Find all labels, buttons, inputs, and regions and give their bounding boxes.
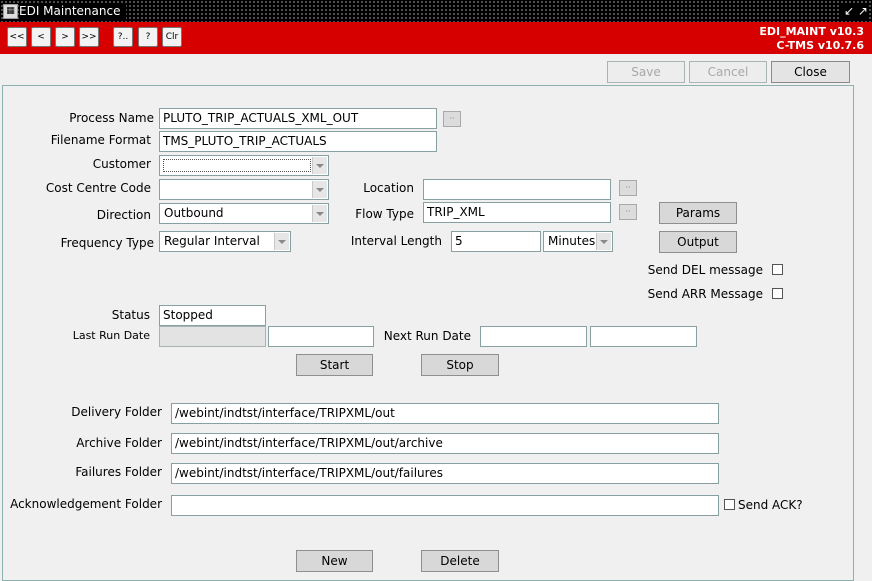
- direction-select[interactable]: Outbound: [159, 203, 329, 224]
- last-record-button[interactable]: >>: [79, 27, 99, 47]
- output-button[interactable]: Output: [659, 231, 737, 253]
- version-info: EDI_MAINT v10.3 C-TMS v10.7.6: [759, 25, 864, 53]
- flow-type-field[interactable]: TRIP_XML: [423, 202, 611, 223]
- save-button[interactable]: Save: [607, 61, 685, 83]
- delivery-folder-field[interactable]: /webint/indtst/interface/TRIPXML/out: [171, 403, 719, 424]
- filename-format-field[interactable]: TMS_PLUTO_TRIP_ACTUALS: [159, 131, 437, 152]
- send-arr-checkbox[interactable]: [772, 288, 783, 299]
- last-run-date-label: Last Run Date: [72, 329, 150, 342]
- customer-select[interactable]: [159, 155, 329, 176]
- send-del-checkbox[interactable]: [772, 264, 783, 275]
- send-del-label: Send DEL message: [647, 263, 763, 277]
- location-field[interactable]: [423, 179, 611, 200]
- location-label: Location: [363, 181, 414, 195]
- process-name-lov-button[interactable]: ··: [443, 111, 461, 127]
- first-record-button[interactable]: <<: [7, 27, 27, 47]
- window-title-bar: ▦ EDI Maintenance ↙ ↗: [0, 0, 872, 22]
- next-record-button[interactable]: >: [55, 27, 75, 47]
- interval-length-label: Interval Length: [350, 234, 442, 248]
- stop-button[interactable]: Stop: [421, 354, 499, 376]
- flow-type-label: Flow Type: [355, 207, 414, 221]
- start-button[interactable]: Start: [296, 354, 373, 376]
- new-button[interactable]: New: [296, 550, 373, 572]
- process-name-label: Process Name: [69, 111, 154, 125]
- archive-folder-field[interactable]: /webint/indtst/interface/TRIPXML/out/arc…: [171, 433, 719, 454]
- status-label: Status: [111, 308, 150, 322]
- next-run-time-field[interactable]: [590, 326, 697, 347]
- system-version: C-TMS v10.7.6: [776, 39, 864, 52]
- last-run-date-field: [159, 326, 266, 347]
- frequency-type-value: Regular Interval: [164, 234, 260, 248]
- frequency-type-label: Frequency Type: [60, 236, 154, 250]
- cancel-button[interactable]: Cancel: [689, 61, 767, 83]
- filename-format-label: Filename Format: [50, 133, 151, 147]
- params-button[interactable]: Params: [659, 202, 737, 224]
- location-lov-button[interactable]: ··: [619, 180, 637, 196]
- focus-indicator: [163, 159, 311, 172]
- close-button[interactable]: Close: [771, 61, 850, 83]
- query-button[interactable]: ?..: [113, 27, 133, 47]
- direction-label: Direction: [96, 208, 151, 222]
- interval-unit-value: Minutes: [548, 234, 596, 248]
- send-ack-label: Send ACK?: [738, 498, 803, 512]
- acknowledgement-folder-field[interactable]: [171, 495, 719, 516]
- clear-button[interactable]: Clr: [162, 27, 182, 47]
- status-field: Stopped: [159, 305, 266, 326]
- send-arr-label: Send ARR Message: [647, 287, 763, 301]
- frequency-type-select[interactable]: Regular Interval: [159, 231, 291, 252]
- window-title: EDI Maintenance: [19, 3, 127, 19]
- next-run-date-label: Next Run Date: [383, 329, 471, 343]
- previous-record-button[interactable]: <: [31, 27, 51, 47]
- toolbar: << < > >> ?.. ? Clr EDI_MAINT v10.3 C-TM…: [0, 22, 872, 54]
- direction-value: Outbound: [164, 206, 224, 220]
- process-name-field[interactable]: PLUTO_TRIP_ACTUALS_XML_OUT: [159, 108, 437, 129]
- delete-button[interactable]: Delete: [421, 550, 499, 572]
- module-version: EDI_MAINT v10.3: [759, 25, 864, 38]
- chevron-down-icon[interactable]: [596, 233, 611, 250]
- flow-type-lov-button[interactable]: ··: [619, 204, 637, 220]
- interval-length-field[interactable]: 5: [451, 231, 541, 252]
- send-ack-checkbox[interactable]: [724, 499, 735, 510]
- chevron-down-icon[interactable]: [312, 205, 327, 222]
- interval-unit-select[interactable]: Minutes: [543, 231, 613, 252]
- cost-centre-select[interactable]: [159, 179, 329, 200]
- delivery-folder-label: Delivery Folder: [71, 405, 162, 419]
- window-controls[interactable]: ↙ ↗: [840, 3, 868, 19]
- acknowledgement-folder-label: Acknowledgement Folder: [10, 497, 162, 511]
- last-run-time-field[interactable]: [268, 326, 374, 347]
- failures-folder-field[interactable]: /webint/indtst/interface/TRIPXML/out/fai…: [171, 463, 719, 484]
- chevron-down-icon[interactable]: [312, 181, 327, 198]
- next-run-date-field[interactable]: [480, 326, 587, 347]
- archive-folder-label: Archive Folder: [76, 436, 162, 450]
- chevron-down-icon[interactable]: [274, 233, 289, 250]
- cost-centre-label: Cost Centre Code: [45, 181, 151, 195]
- customer-label: Customer: [92, 157, 151, 171]
- app-icon: ▦: [3, 4, 18, 19]
- help-button[interactable]: ?: [138, 27, 158, 47]
- failures-folder-label: Failures Folder: [75, 465, 162, 479]
- chevron-down-icon[interactable]: [312, 157, 327, 174]
